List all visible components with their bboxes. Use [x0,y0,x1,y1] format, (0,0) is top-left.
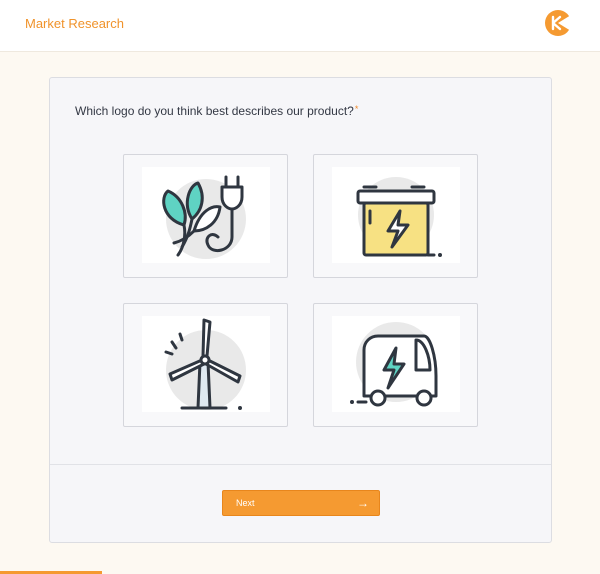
battery-lightning-icon [356,177,442,257]
option-image [332,167,460,263]
arrow-right-icon: → [357,496,369,510]
option-image [142,316,270,412]
next-button[interactable]: Next → [222,490,380,516]
option-wind-turbine[interactable] [123,303,288,427]
question-label: Which logo do you think best describes o… [75,104,354,118]
next-button-label: Next [236,498,255,508]
question-card: Which logo do you think best describes o… [49,77,552,543]
wind-turbine-icon [164,318,246,410]
option-image [332,316,460,412]
leaf-plug-icon [162,175,246,259]
option-battery[interactable] [313,154,478,278]
app-header: Market Research [0,0,600,52]
question-text: Which logo do you think best describes o… [75,104,358,118]
option-leaf-plug[interactable] [123,154,288,278]
card-divider [50,464,551,465]
required-marker: * [354,104,359,114]
option-electric-vehicle[interactable] [313,303,478,427]
option-image [142,167,270,263]
brand-logo-icon [544,9,574,37]
electric-vehicle-icon [350,322,438,407]
survey-title: Market Research [25,16,124,31]
